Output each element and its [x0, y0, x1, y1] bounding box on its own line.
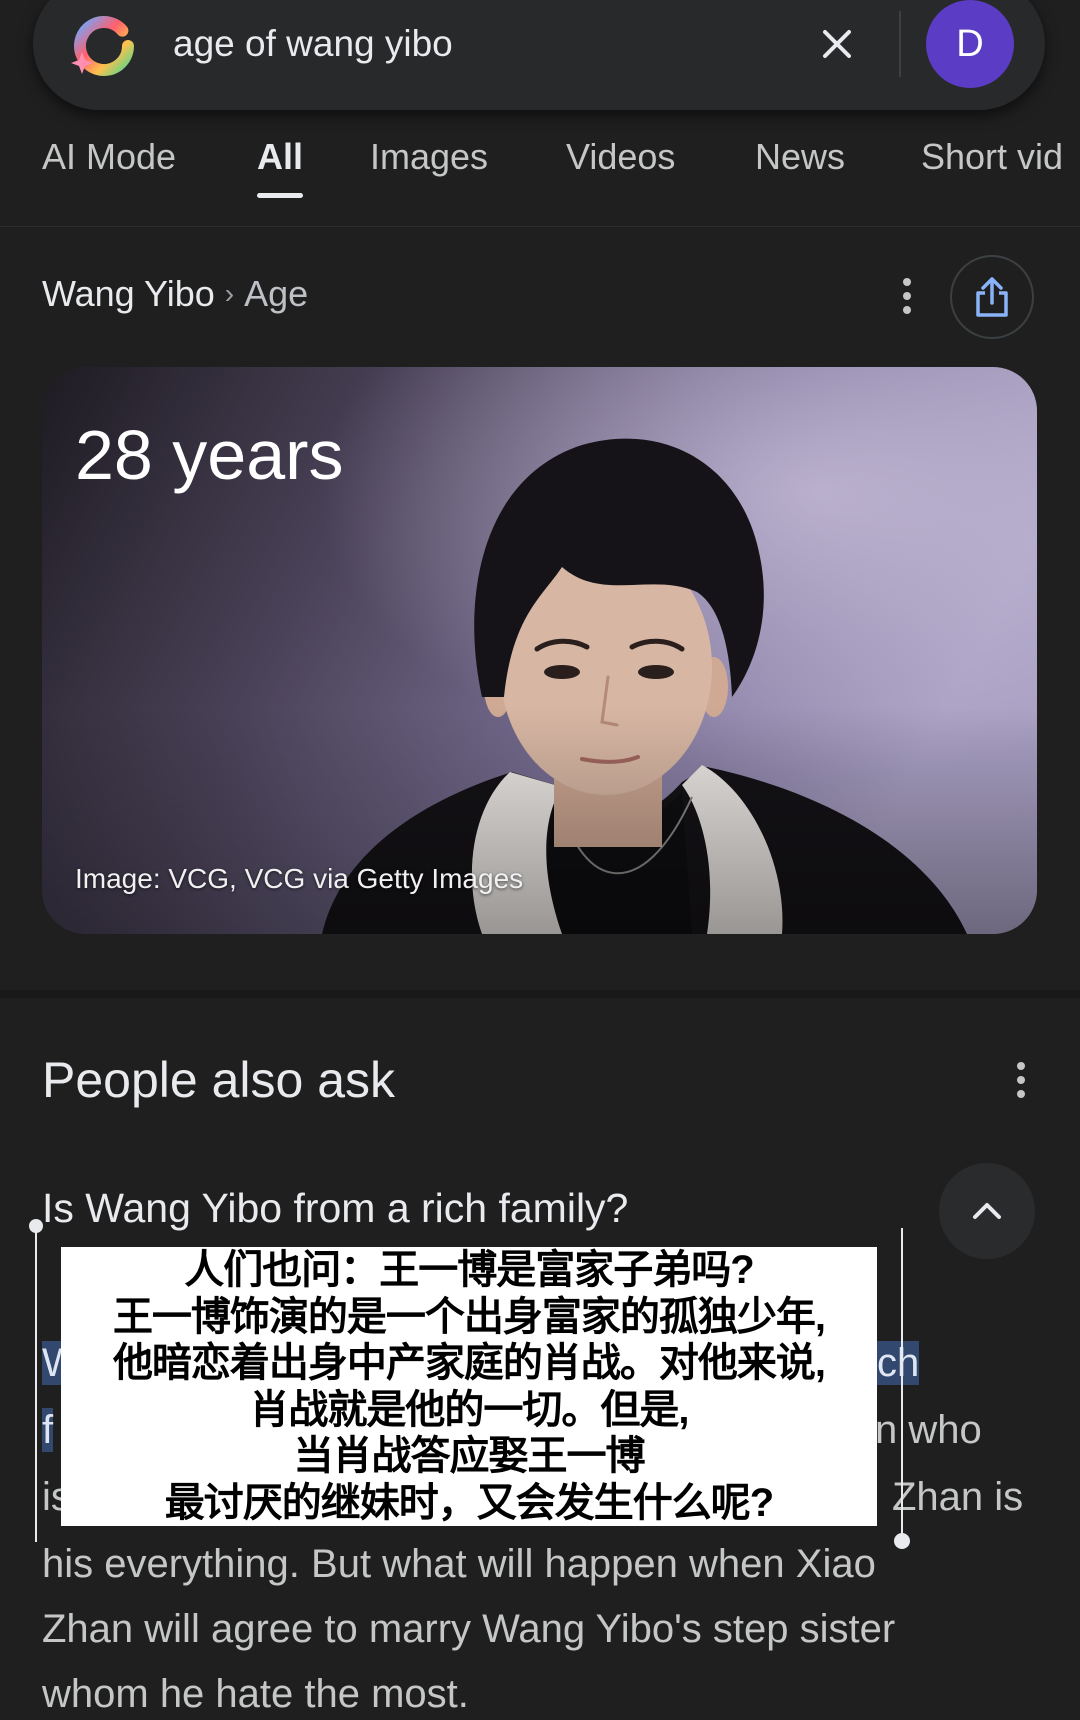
module-divider — [0, 990, 1080, 998]
caption-line: 人们也问：王一博是富家子弟吗? — [184, 1248, 754, 1292]
caption-line: 当肖战答应娶王一博 — [293, 1434, 646, 1478]
answer-card[interactable]: 28 years Image: VCG, VCG via Getty Image… — [42, 367, 1037, 934]
caption-line: 最讨厌的继妹时，又会发生什么呢? — [164, 1480, 774, 1525]
more-vert-icon — [1017, 1062, 1025, 1098]
answer-fragment: Zhan is — [892, 1475, 1024, 1519]
search-bar[interactable]: age of wang yibo D — [33, 0, 1045, 110]
active-tab-indicator — [257, 193, 303, 198]
close-icon — [823, 30, 851, 58]
breadcrumb-separator: › — [224, 278, 235, 309]
answer-line: whom he hate the most. — [42, 1672, 469, 1716]
answer-line: Zhan will agree to marry Wang Yibo's ste… — [42, 1607, 896, 1651]
search-input[interactable]: age of wang yibo — [173, 24, 453, 64]
answer-fragment: n who — [875, 1408, 982, 1452]
paa-more-options-button[interactable] — [1010, 1059, 1032, 1101]
tab-all[interactable]: All — [257, 137, 303, 177]
account-avatar[interactable]: D — [926, 0, 1014, 88]
answer-fragment: f — [42, 1408, 54, 1452]
tabs-divider — [0, 226, 1080, 227]
tab-news[interactable]: News — [755, 137, 845, 177]
search-divider — [899, 11, 901, 77]
share-icon — [976, 277, 1008, 317]
breadcrumb-attribute: Age — [244, 273, 309, 314]
breadcrumb-entity[interactable]: Wang Yibo — [42, 273, 215, 314]
collapse-question-button[interactable] — [939, 1163, 1035, 1259]
answer-fragment: ch — [877, 1341, 920, 1385]
selection-start-handle[interactable] — [35, 1226, 37, 1542]
selection-end-knob[interactable] — [894, 1533, 910, 1549]
selection-end-handle[interactable] — [901, 1228, 903, 1541]
clear-search-button[interactable] — [817, 24, 857, 64]
caption-overlay: 人们也问：王一博是富家子弟吗? 王一博饰演的是一个出身富家的孤独少年, 他暗恋着… — [61, 1247, 877, 1526]
google-g-icon[interactable] — [68, 8, 140, 80]
caption-line: 他暗恋着出身中产家庭的肖战。对他来说, — [112, 1341, 826, 1385]
caption-line: 肖战就是他的一切。但是, — [249, 1387, 689, 1432]
caption-line: 王一博饰演的是一个出身富家的孤独少年, — [112, 1294, 826, 1339]
paa-question[interactable]: Is Wang Yibo from a rich family? — [42, 1186, 628, 1230]
chevron-up-icon — [973, 1203, 1001, 1219]
tab-videos[interactable]: Videos — [566, 137, 675, 177]
answer-line: his everything. But what will happen whe… — [42, 1542, 876, 1586]
tab-images[interactable]: Images — [370, 137, 488, 177]
answer-value: 28 years — [75, 416, 344, 494]
tab-ai-mode[interactable]: AI Mode — [42, 137, 176, 177]
share-button[interactable] — [950, 255, 1034, 339]
image-credit[interactable]: Image: VCG, VCG via Getty Images — [75, 863, 523, 895]
people-also-ask-heading: People also ask — [42, 1052, 396, 1108]
more-options-button[interactable] — [896, 275, 918, 317]
tab-short-videos[interactable]: Short vid — [921, 137, 1080, 177]
breadcrumb: Wang Yibo › Age — [42, 274, 308, 317]
selection-start-knob[interactable] — [29, 1219, 43, 1233]
more-vert-icon — [903, 278, 911, 314]
